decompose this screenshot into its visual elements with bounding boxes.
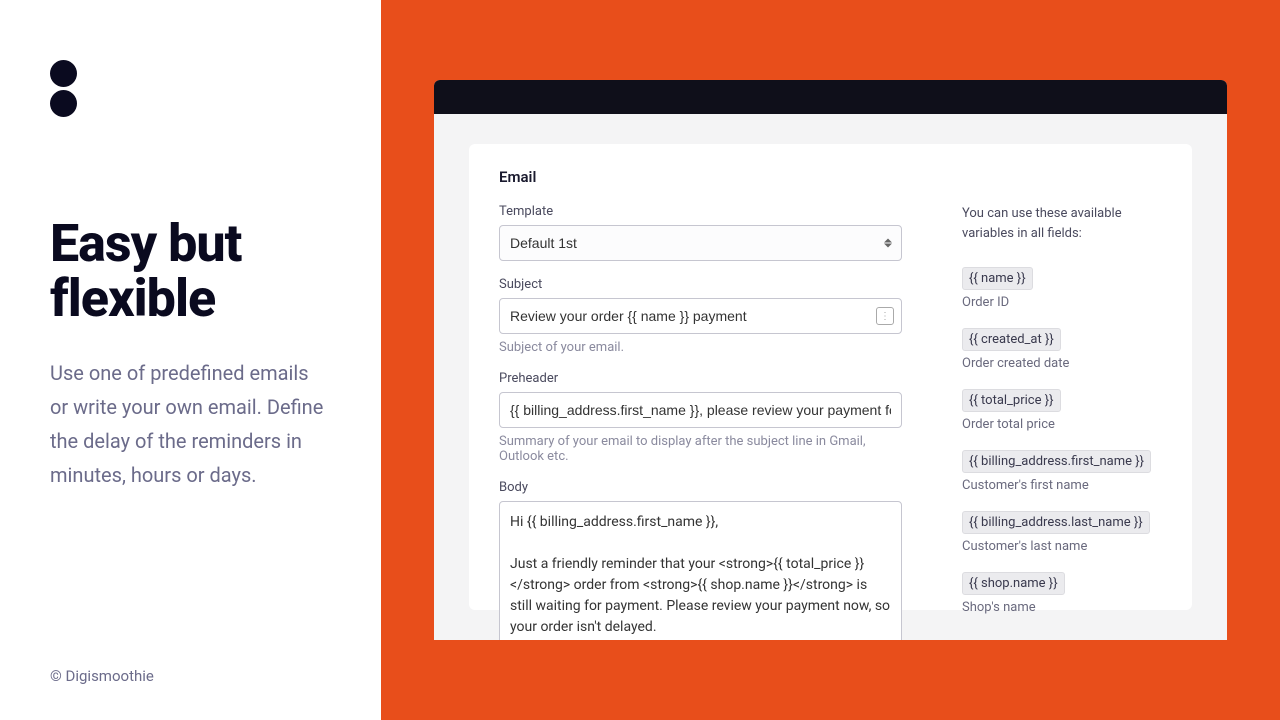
variable-desc: Customer's first name [962, 478, 1162, 493]
variable-tag-first-name[interactable]: {{ billing_address.first_name }} [962, 450, 1151, 473]
variable-item: {{ created_at }} Order created date [962, 328, 1162, 371]
left-panel: Easy but flexible Use one of predefined … [0, 0, 381, 720]
variables-intro: You can use these available variables in… [962, 204, 1162, 243]
body-textarea[interactable] [499, 501, 902, 640]
template-label: Template [499, 204, 902, 219]
email-card: Email Template Default 1st [469, 144, 1192, 610]
subject-input[interactable] [499, 298, 902, 334]
card-title: Email [499, 168, 902, 186]
logo-dot-top [50, 60, 77, 87]
body-label: Body [499, 480, 902, 495]
variable-item: {{ shop.name }} Shop's name [962, 572, 1162, 615]
preheader-field: Preheader Summary of your email to displ… [499, 371, 902, 464]
subject-autofill-icon[interactable]: ⋮ [876, 307, 894, 325]
subject-field: Subject ⋮ Subject of your email. [499, 277, 902, 355]
variable-item: {{ name }} Order ID [962, 267, 1162, 310]
variable-desc: Shop's name [962, 600, 1162, 615]
variable-item: {{ billing_address.first_name }} Custome… [962, 450, 1162, 493]
template-select-wrap: Default 1st [499, 225, 902, 261]
page-heading: Easy but flexible [50, 217, 331, 326]
variable-tag-total-price[interactable]: {{ total_price }} [962, 389, 1061, 412]
subject-helper: Subject of your email. [499, 340, 902, 355]
variable-tag-name[interactable]: {{ name }} [962, 267, 1033, 290]
app-window: Email Template Default 1st [434, 80, 1227, 640]
variable-tag-created-at[interactable]: {{ created_at }} [962, 328, 1061, 351]
variable-desc: Customer's last name [962, 539, 1162, 554]
page-description: Use one of predefined emails or write yo… [50, 356, 330, 492]
right-panel: Email Template Default 1st [381, 0, 1280, 720]
preheader-helper: Summary of your email to display after t… [499, 434, 902, 464]
window-title-bar [434, 80, 1227, 114]
variable-desc: Order total price [962, 417, 1162, 432]
copyright: © Digismoothie [50, 667, 154, 685]
variable-tag-shop-name[interactable]: {{ shop.name }} [962, 572, 1065, 595]
variable-desc: Order ID [962, 295, 1162, 310]
preheader-label: Preheader [499, 371, 902, 386]
subject-label: Subject [499, 277, 902, 292]
logo-dot-bottom [50, 90, 77, 117]
app-content: Email Template Default 1st [434, 114, 1227, 640]
variable-desc: Order created date [962, 356, 1162, 371]
variables-column: You can use these available variables in… [962, 168, 1162, 550]
logo [50, 60, 331, 117]
template-field: Template Default 1st [499, 204, 902, 261]
variable-item: {{ billing_address.last_name }} Customer… [962, 511, 1162, 554]
variable-item: {{ total_price }} Order total price [962, 389, 1162, 432]
variable-tag-last-name[interactable]: {{ billing_address.last_name }} [962, 511, 1150, 534]
preheader-input[interactable] [499, 392, 902, 428]
body-field: Body [499, 480, 902, 640]
form-column: Email Template Default 1st [499, 168, 902, 550]
template-select[interactable]: Default 1st [499, 225, 902, 261]
